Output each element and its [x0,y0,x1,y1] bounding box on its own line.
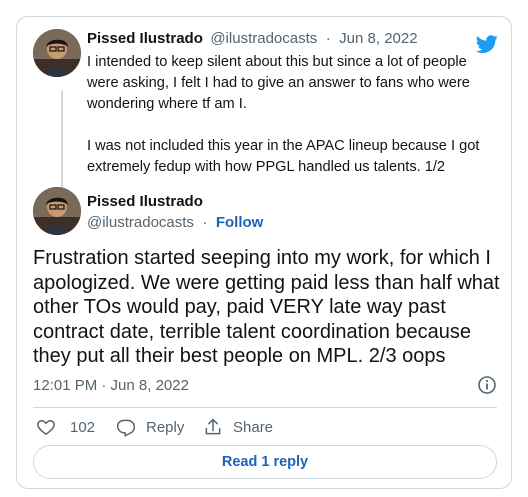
avatar-photo [33,29,81,77]
info-icon[interactable] [477,375,497,395]
tweet-timestamp[interactable]: 12:01 PM · Jun 8, 2022 [33,377,189,394]
share-icon [205,418,221,435]
read-replies-button[interactable]: Read 1 reply [33,445,497,479]
quoted-tweet-header: Pissed Ilustrado @ilustradocasts · Jun 8… [87,30,418,48]
author-handle[interactable]: @ilustradocasts [210,30,317,47]
author-name[interactable]: Pissed Ilustrado [87,193,263,210]
main-tweet-text: Frustration started seeping into my work… [33,247,500,368]
main-tweet-author: Pissed Ilustrado @ilustradocasts · Follo… [87,193,263,232]
heart-icon [37,420,55,435]
like-button[interactable]: 102 [36,417,95,437]
reply-button[interactable]: Reply [116,417,184,437]
quoted-tweet-paragraph: I intended to keep silent about this but… [87,54,470,112]
read-replies-label: Read 1 reply [221,454,309,470]
follow-button[interactable]: Follow [216,214,264,231]
share-label: Share [233,418,274,436]
avatar[interactable] [33,29,81,77]
separator-dot: · [202,214,208,231]
author-name[interactable]: Pissed Ilustrado [87,30,203,47]
like-count: 102 [70,418,96,436]
share-button[interactable]: Share [203,417,273,437]
author-handle[interactable]: @ilustradocasts [87,214,194,231]
tweet-embed-card: Pissed Ilustrado @ilustradocasts · Jun 8… [16,16,512,489]
quoted-tweet-text: I intended to keep silent about this but… [87,52,497,199]
avatar-photo [33,187,81,235]
separator-dot: · [325,30,331,47]
reply-icon [116,419,136,437]
tweet-date[interactable]: Jun 8, 2022 [339,30,417,47]
avatar[interactable] [33,187,81,235]
divider [33,407,497,408]
thread-connector-line [61,91,63,189]
reply-label: Reply [146,418,185,436]
quoted-tweet-paragraph: I was not included this year in the APAC… [87,138,480,175]
